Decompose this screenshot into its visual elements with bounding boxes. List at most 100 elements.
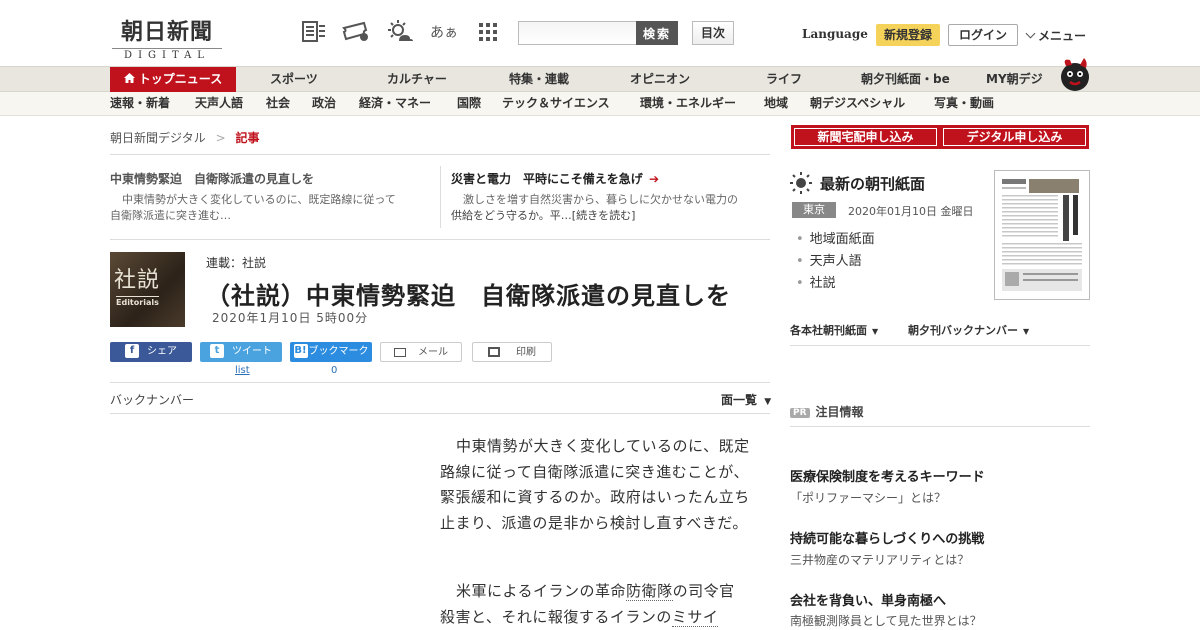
subnav-photo-video[interactable]: 写真・動画 (934, 92, 994, 115)
editorial-thumbnail-en: Editorials (116, 296, 159, 307)
paper-link-local[interactable]: • 地域面紙面 (796, 228, 875, 247)
related-text-2b[interactable]: 供給をどう守るか。平…[続きを読む] (451, 208, 635, 224)
related-divider (440, 166, 441, 228)
bullet-icon: • (796, 254, 804, 269)
breadcrumb-separator: > (215, 131, 226, 145)
related-title-1[interactable]: 中東情勢緊迫 自衛隊派遣の見直しを (110, 170, 314, 187)
nav-top-news[interactable]: トップニュース (110, 67, 236, 92)
dropdown-label: 各本社朝刊紙面 (790, 324, 867, 337)
ticket-icon[interactable] (342, 18, 370, 46)
editorial-thumbnail: 社説 Editorials (110, 252, 185, 327)
divider (110, 239, 770, 240)
subnav-tech-science[interactable]: テック＆サイエンス (502, 92, 610, 115)
nav-sports[interactable]: スポーツ (270, 67, 318, 92)
subnav-society[interactable]: 社会 (266, 92, 290, 115)
twitter-icon: t (210, 344, 224, 358)
breadcrumb-root[interactable]: 朝日新聞デジタル (110, 131, 206, 145)
glossary-link-missile[interactable]: ミサイ (671, 607, 719, 627)
logo-sub-text: DIGITAL (112, 48, 222, 61)
search-button[interactable]: 検索 (636, 21, 678, 45)
pr-item-subtitle[interactable]: 三井物産のマテリアリティとは？ (790, 551, 969, 568)
mail-icon (394, 347, 406, 357)
divider (790, 426, 1090, 427)
twitter-share-label: ツイート (232, 346, 272, 357)
menu-button[interactable]: メニュー (1025, 27, 1087, 44)
menu-label: メニュー (1038, 29, 1087, 43)
newspaper-list-icon[interactable] (300, 18, 328, 46)
subnav-region[interactable]: 地域 (764, 92, 788, 115)
breadcrumb-current: 記事 (235, 131, 260, 145)
register-button[interactable]: 新規登録 (876, 24, 940, 46)
pr-item-title[interactable]: 医療保険制度を考えるキーワード (790, 466, 985, 485)
subnav-special[interactable]: 朝デジスペシャル (810, 92, 905, 115)
nav-my-asadigi[interactable]: MY朝デジ (986, 67, 1043, 92)
series-label[interactable]: 連載：社説 (206, 254, 266, 271)
login-button[interactable]: ログイン (948, 24, 1018, 46)
pr-item-title[interactable]: 会社を背負い、単身南極へ (790, 590, 946, 609)
facebook-share-label: シェア (147, 346, 177, 357)
home-icon (123, 67, 135, 92)
twitter-count[interactable]: list (235, 365, 250, 376)
apps-grid-icon[interactable] (474, 18, 502, 46)
pr-item-subtitle[interactable]: 「ポリファーマシー」とは？ (790, 489, 946, 506)
nav-features[interactable]: 特集・連載 (509, 67, 569, 92)
arrow-right-icon: ➔ (648, 172, 660, 186)
subnav-politics[interactable]: 政治 (312, 92, 336, 115)
hatena-count[interactable]: 0 (331, 365, 337, 376)
editorial-thumbnail-title: 社説 (114, 268, 161, 293)
bullet-icon: • (796, 232, 804, 247)
nav-life[interactable]: ライフ (766, 67, 802, 92)
paper-subscribe-button[interactable]: 新聞宅配申し込み (791, 125, 940, 149)
print-button[interactable]: 印刷 (472, 342, 552, 362)
paper-link-editorial[interactable]: • 社説 (796, 272, 836, 291)
hatena-icon: B! (293, 344, 308, 358)
sub-nav: 速報・新着 天声人語 社会 政治 経済・マネー 国際 テック＆サイエンス 環境・… (0, 92, 1200, 116)
related-text-1b: 自衛隊派遣に突き進む… (110, 209, 231, 222)
paper-link-label: 社説 (809, 276, 836, 291)
pr-tag: PR (790, 407, 810, 418)
asahi-digital-logo[interactable]: 朝日新聞 DIGITAL (112, 14, 232, 61)
twitter-share-button[interactable]: t ツイート (200, 342, 282, 362)
pr-item-subtitle[interactable]: 南極観測隊員として見た世界とは？ (790, 612, 982, 629)
nav-newspaper-be[interactable]: 朝夕刊紙面・be (861, 67, 950, 92)
hatena-bookmark-button[interactable]: B! ブックマーク (290, 342, 372, 362)
mail-share-label: メール (418, 347, 448, 358)
subnav-environment[interactable]: 環境・エネルギー (640, 92, 736, 115)
weather-icon[interactable] (386, 18, 414, 46)
paper-link-tensei[interactable]: • 天声人語 (796, 250, 862, 269)
language-link[interactable]: Language (802, 27, 868, 41)
caret-down-icon: ▼ (872, 327, 879, 336)
mail-share-button[interactable]: メール (380, 342, 462, 362)
page-list-dropdown[interactable]: 面一覧 ▼ (721, 391, 771, 408)
paragraph-text: 米軍によるイランの革命 (456, 582, 627, 600)
facebook-share-button[interactable]: f シェア (110, 342, 192, 362)
index-button[interactable]: 目次 (692, 21, 734, 45)
hatena-bookmark-label: ブックマーク (308, 346, 369, 357)
subnav-international[interactable]: 国際 (457, 92, 481, 115)
backnumber-label[interactable]: バックナンバー (110, 391, 194, 408)
latest-paper-title[interactable]: 最新の朝刊紙面 (820, 173, 925, 194)
nav-culture[interactable]: カルチャー (387, 67, 447, 92)
newspaper-thumbnail[interactable] (994, 170, 1090, 300)
pr-item-title[interactable]: 持続可能な暮らしづくりへの挑戦 (790, 528, 984, 547)
subnav-breaking[interactable]: 速報・新着 (110, 92, 170, 115)
divider (110, 154, 770, 155)
font-size-icon[interactable]: あぁ (430, 18, 458, 46)
glossary-link-defense[interactable]: 防衛隊 (626, 582, 673, 601)
breadcrumb: 朝日新聞デジタル > 記事 (110, 129, 260, 146)
article-headline: （社説）中東情勢緊迫 自衛隊派遣の見直しを (206, 282, 731, 310)
subnav-tensei-jingo[interactable]: 天声人語 (195, 92, 243, 115)
dropdown-label: 朝夕刊バックナンバー (908, 324, 1018, 337)
paper-backnumber-dropdown[interactable]: 朝夕刊バックナンバー ▼ (908, 322, 1029, 338)
caret-down-icon: ▼ (1023, 327, 1030, 336)
related-title-2[interactable]: 災害と電力 平時にこそ備えを急げ ➔ (451, 170, 659, 187)
nav-opinion[interactable]: オピニオン (630, 67, 690, 92)
search-input[interactable] (518, 21, 636, 45)
publish-date: 2020年1月10日 5時00分 (212, 311, 369, 325)
regional-papers-dropdown[interactable]: 各本社朝刊紙面 ▼ (790, 322, 878, 338)
subnav-economy[interactable]: 経済・マネー (359, 92, 431, 115)
mascot-icon[interactable] (1058, 56, 1092, 92)
digital-subscribe-button[interactable]: デジタル申し込み (940, 125, 1089, 149)
paper-date: 2020年01月10日 金曜日 (848, 205, 974, 218)
related-text-2a: 激しさを増す自然災害から、暮らしに欠かせない電力の (463, 193, 738, 206)
